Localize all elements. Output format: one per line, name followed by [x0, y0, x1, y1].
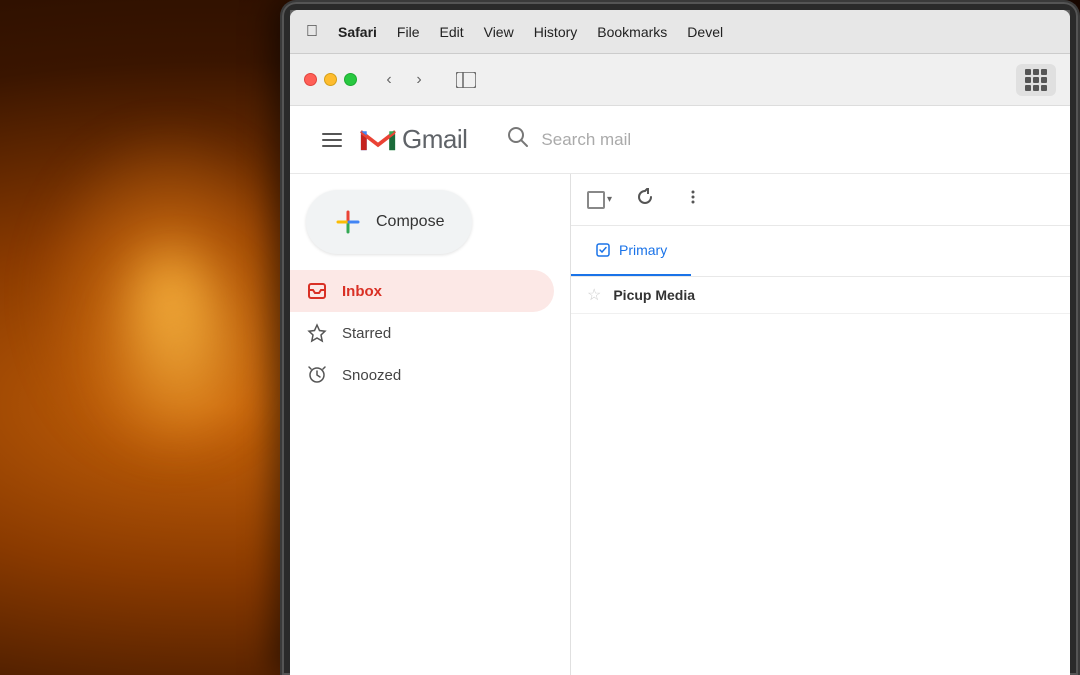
- menubar-file[interactable]: File: [397, 24, 420, 40]
- menubar-view[interactable]: View: [484, 24, 514, 40]
- search-icon: [507, 126, 529, 154]
- more-options-button[interactable]: [678, 186, 708, 214]
- star-icon: [306, 322, 328, 344]
- email-sender: Picup Media: [613, 287, 733, 303]
- close-button[interactable]: [304, 73, 317, 86]
- email-toolbar: ▾: [571, 174, 1070, 226]
- back-button[interactable]: ‹: [375, 66, 403, 94]
- search-area[interactable]: Search mail: [507, 126, 907, 154]
- sidebar-inbox-label: Inbox: [342, 283, 382, 300]
- laptop-frame:  Safari File Edit View History Bookmark…: [280, 0, 1080, 675]
- sidebar-item-snoozed[interactable]: Snoozed: [290, 354, 554, 396]
- forward-button[interactable]: ›: [405, 66, 433, 94]
- sidebar-item-inbox[interactable]: Inbox: [290, 270, 554, 312]
- gmail-sidebar: Compose Inbox: [290, 174, 570, 675]
- bokeh-light-2: [100, 250, 260, 450]
- menubar-bookmarks[interactable]: Bookmarks: [597, 24, 667, 40]
- sidebar-icon: [456, 72, 476, 88]
- menubar-history[interactable]: History: [534, 24, 578, 40]
- gmail-title: Gmail: [402, 124, 467, 155]
- chevron-down-icon: ▾: [607, 194, 612, 205]
- gmail-logo-area: Gmail: [358, 124, 467, 155]
- gmail-area: Gmail Search mail: [290, 106, 1070, 675]
- refresh-icon: [636, 188, 654, 206]
- snoozed-icon: [306, 364, 328, 386]
- primary-tab-icon: [595, 242, 611, 258]
- table-row[interactable]: ☆ Picup Media: [571, 277, 1070, 314]
- menubar-develop[interactable]: Devel: [687, 24, 723, 40]
- gmail-body: Compose Inbox: [290, 174, 1070, 675]
- sidebar-toggle-button[interactable]: [449, 66, 483, 94]
- checkbox-icon: [587, 191, 605, 209]
- compose-button[interactable]: Compose: [306, 190, 472, 254]
- star-icon[interactable]: ☆: [587, 285, 601, 305]
- sidebar-starred-label: Starred: [342, 325, 391, 342]
- apple-logo-icon[interactable]: : [306, 23, 318, 41]
- refresh-button[interactable]: [628, 184, 662, 215]
- select-all-checkbox[interactable]: ▾: [587, 191, 612, 209]
- more-icon: [684, 188, 702, 206]
- compose-label: Compose: [376, 213, 444, 231]
- fullscreen-button[interactable]: [344, 73, 357, 86]
- laptop-screen:  Safari File Edit View History Bookmark…: [290, 10, 1070, 675]
- hamburger-icon: [322, 139, 342, 141]
- menubar-safari[interactable]: Safari: [338, 24, 377, 40]
- sidebar-snoozed-label: Snoozed: [342, 367, 401, 384]
- hamburger-button[interactable]: [314, 125, 350, 155]
- hamburger-icon: [322, 133, 342, 135]
- inbox-icon: [306, 280, 328, 302]
- traffic-lights: [304, 73, 357, 86]
- tab-primary[interactable]: Primary: [571, 226, 691, 276]
- minimize-button[interactable]: [324, 73, 337, 86]
- grid-button[interactable]: [1016, 64, 1056, 96]
- compose-plus-icon: [334, 208, 362, 236]
- sidebar-item-starred[interactable]: Starred: [290, 312, 554, 354]
- tab-primary-label: Primary: [619, 242, 667, 258]
- mac-menubar:  Safari File Edit View History Bookmark…: [290, 10, 1070, 54]
- email-categories: Primary: [571, 226, 1070, 277]
- toolbar-right: [1016, 64, 1056, 96]
- nav-buttons: ‹ ›: [375, 66, 433, 94]
- gmail-header: Gmail Search mail: [290, 106, 1070, 174]
- menubar-edit[interactable]: Edit: [439, 24, 463, 40]
- gmail-m-logo: [358, 125, 398, 155]
- search-placeholder-text: Search mail: [541, 130, 631, 150]
- safari-toolbar: ‹ ›: [290, 54, 1070, 106]
- hamburger-icon: [322, 145, 342, 147]
- gmail-main: ▾: [570, 174, 1070, 675]
- grid-icon: [1025, 69, 1047, 91]
